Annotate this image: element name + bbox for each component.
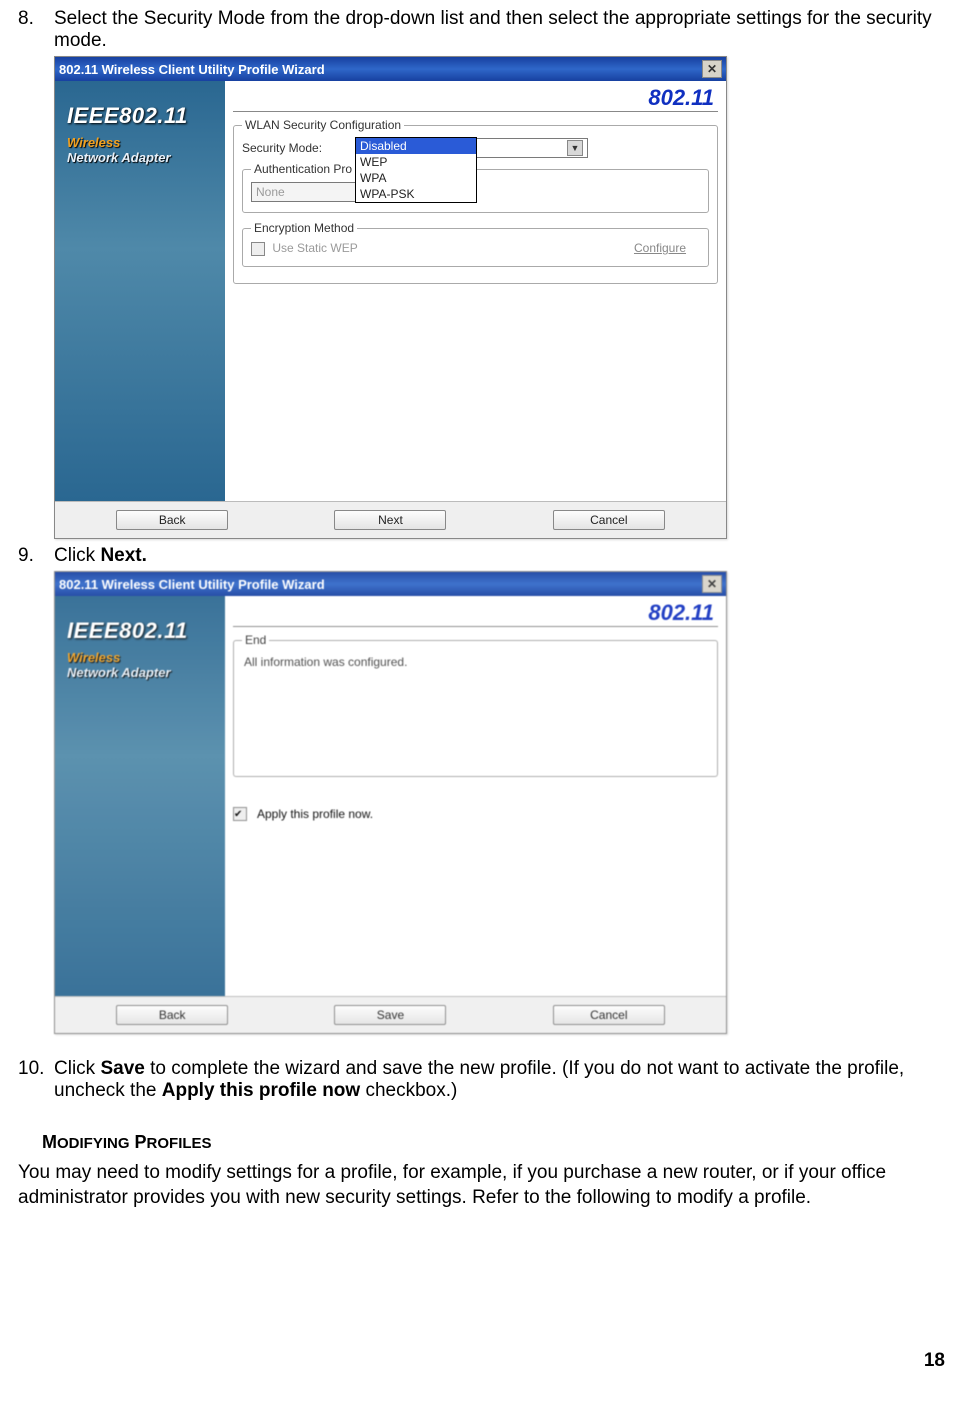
step-number: 10. bbox=[18, 1058, 54, 1102]
security-wizard-dialog: 802.11 Wireless Client Utility Profile W… bbox=[54, 56, 727, 539]
side-ieee-label: IEEE802.11 bbox=[67, 103, 217, 129]
step-number: 9. bbox=[18, 545, 54, 567]
modifying-profiles-heading: MODIFYING PROFILES bbox=[42, 1132, 949, 1153]
step-text: Click Next. bbox=[54, 545, 949, 567]
dialog-titlebar: 802.11 Wireless Client Utility Profile W… bbox=[55, 572, 726, 596]
dialog-title: 802.11 Wireless Client Utility Profile W… bbox=[59, 577, 325, 592]
dialog-side-panel: IEEE802.11 Wireless Network Adapter bbox=[55, 81, 225, 501]
close-icon[interactable]: ✕ bbox=[702, 60, 722, 78]
dialog-button-row: Back Save Cancel bbox=[55, 996, 726, 1033]
save-button[interactable]: Save bbox=[334, 1005, 446, 1025]
apply-profile-label: Apply this profile now. bbox=[257, 807, 373, 821]
close-icon[interactable]: ✕ bbox=[702, 575, 722, 593]
next-button[interactable]: Next bbox=[334, 510, 446, 530]
page-number: 18 bbox=[18, 1350, 949, 1372]
wlan-security-legend: WLAN Security Configuration bbox=[242, 118, 404, 132]
apply-profile-row: Apply this profile now. bbox=[233, 807, 718, 821]
dialog-button-row: Back Next Cancel bbox=[55, 501, 726, 538]
encryption-legend: Encryption Method bbox=[251, 221, 357, 235]
back-button[interactable]: Back bbox=[116, 510, 228, 530]
back-button[interactable]: Back bbox=[116, 1005, 228, 1025]
step-text: Select the Security Mode from the drop-d… bbox=[54, 8, 949, 52]
step-9: 9. Click Next. 802.11 Wireless Client Ut… bbox=[18, 545, 949, 1034]
step-text: Click Save to complete the wizard and sa… bbox=[54, 1058, 949, 1102]
use-static-wep-label: Use Static WEP bbox=[272, 241, 357, 255]
dialog-side-panel: IEEE802.11 Wireless Network Adapter bbox=[55, 596, 225, 996]
apply-profile-checkbox[interactable] bbox=[233, 807, 247, 821]
dialog-title: 802.11 Wireless Client Utility Profile W… bbox=[59, 62, 325, 77]
step-10: 10. Click Save to complete the wizard an… bbox=[18, 1058, 949, 1102]
security-mode-label: Security Mode: bbox=[242, 141, 352, 155]
end-legend: End bbox=[242, 633, 269, 647]
dialog-titlebar: 802.11 Wireless Client Utility Profile W… bbox=[55, 57, 726, 81]
side-adapter-label: Network Adapter bbox=[67, 150, 217, 165]
end-wizard-dialog: 802.11 Wireless Client Utility Profile W… bbox=[54, 571, 727, 1034]
cancel-button[interactable]: Cancel bbox=[553, 1005, 665, 1025]
dialog-main-panel: 802.11 WLAN Security Configuration Secur… bbox=[225, 81, 726, 501]
side-ieee-label: IEEE802.11 bbox=[67, 618, 217, 644]
dialog-main-panel: 802.11 End All information was configure… bbox=[225, 596, 726, 996]
side-wireless-label: Wireless bbox=[67, 650, 217, 665]
end-text: All information was configured. bbox=[242, 651, 709, 673]
dropdown-option-wpa[interactable]: WPA bbox=[356, 170, 476, 186]
cancel-button[interactable]: Cancel bbox=[553, 510, 665, 530]
encryption-group: Encryption Method Use Static WEP Configu… bbox=[242, 221, 709, 267]
authentication-legend: Authentication Pro bbox=[251, 162, 355, 176]
modifying-profiles-paragraph: You may need to modify settings for a pr… bbox=[18, 1161, 949, 1210]
end-group: End All information was configured. bbox=[233, 633, 718, 777]
wlan-security-group: WLAN Security Configuration Security Mod… bbox=[233, 118, 718, 284]
use-static-wep-row: Use Static WEP bbox=[251, 241, 358, 256]
side-wireless-label: Wireless bbox=[67, 135, 217, 150]
brand-80211: 802.11 bbox=[233, 600, 718, 627]
dropdown-option-wpa-psk[interactable]: WPA-PSK bbox=[356, 186, 476, 202]
dropdown-option-disabled[interactable]: Disabled bbox=[356, 138, 476, 154]
use-static-wep-checkbox[interactable] bbox=[251, 242, 265, 256]
configure-button[interactable]: Configure bbox=[620, 241, 700, 255]
chevron-down-icon[interactable]: ▼ bbox=[567, 140, 583, 156]
authentication-value: None bbox=[251, 182, 371, 202]
side-adapter-label: Network Adapter bbox=[67, 665, 217, 680]
step-8: 8. Select the Security Mode from the dro… bbox=[18, 8, 949, 539]
security-mode-dropdown[interactable]: Disabled WEP WPA WPA-PSK bbox=[355, 137, 477, 203]
step-number: 8. bbox=[18, 8, 54, 52]
dropdown-option-wep[interactable]: WEP bbox=[356, 154, 476, 170]
brand-80211: 802.11 bbox=[233, 85, 718, 112]
